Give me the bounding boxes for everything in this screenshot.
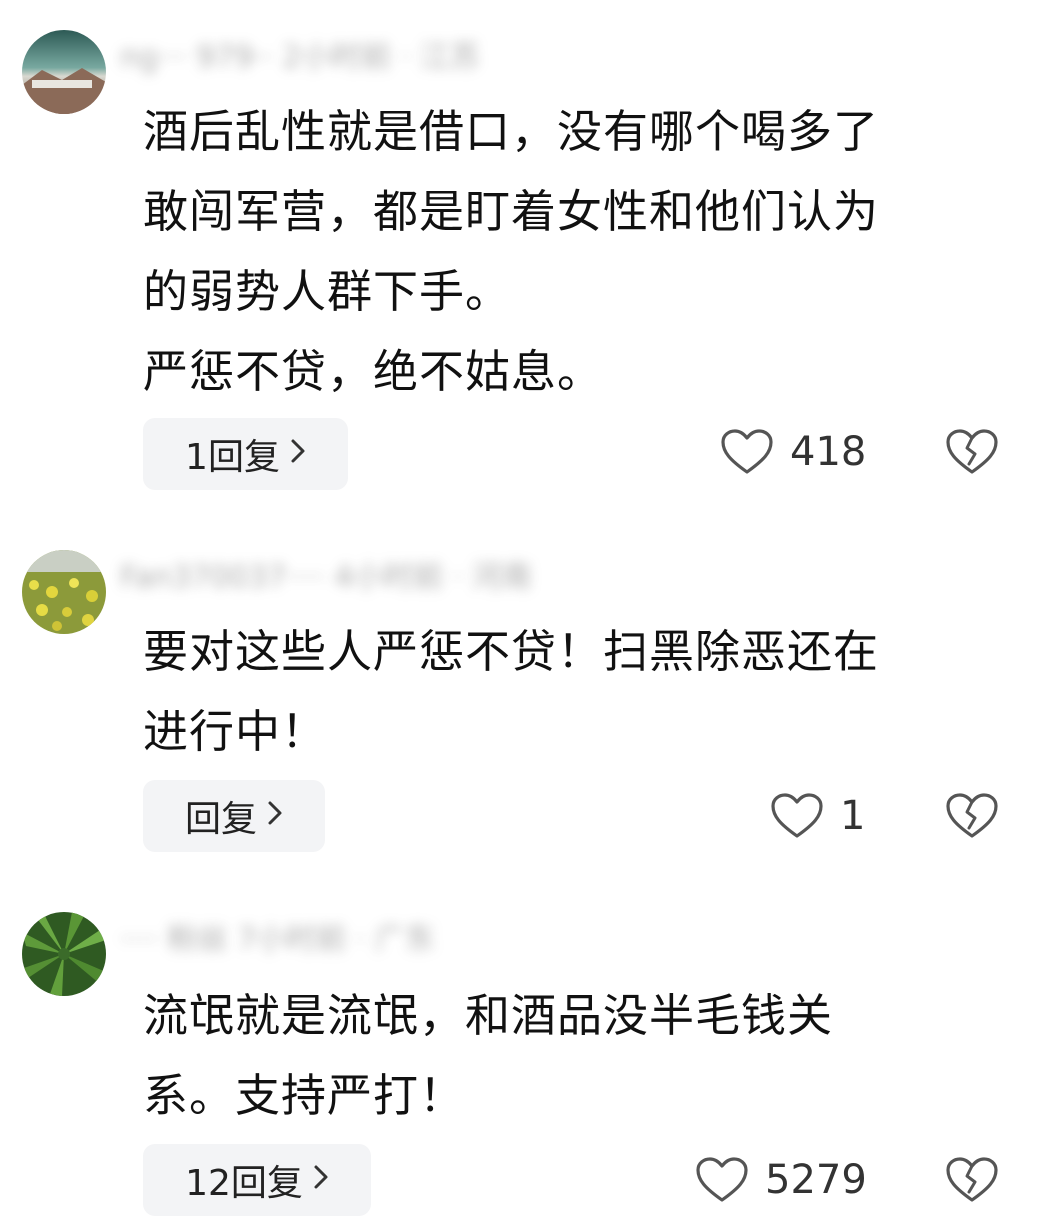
like-button[interactable]: 5279 bbox=[695, 1156, 867, 1204]
comment-line: 要对这些人严惩不贷！扫黑除恶还在 bbox=[143, 625, 880, 678]
comment-meta: ng··· 979·· 2小时前 · 江苏 bbox=[120, 40, 480, 75]
comment-body: 要对这些人严惩不贷！扫黑除恶还在 进行中！ bbox=[143, 612, 1023, 772]
heart-outline-icon bbox=[696, 1157, 748, 1202]
avatar[interactable] bbox=[22, 550, 106, 634]
like-count: 5279 bbox=[765, 1157, 867, 1203]
dislike-button[interactable] bbox=[945, 428, 999, 480]
dislike-button[interactable] bbox=[945, 1156, 999, 1208]
avatar-image bbox=[22, 912, 106, 996]
like-count: 1 bbox=[840, 793, 866, 839]
comment-line: 的弱势人群下手。 bbox=[143, 265, 512, 318]
comment-line: 流氓就是流氓，和酒品没半毛钱关 bbox=[143, 989, 834, 1042]
reply-button[interactable]: 回复 bbox=[143, 780, 325, 852]
heart-outline-icon bbox=[771, 793, 823, 838]
chevron-right-icon bbox=[313, 1163, 329, 1198]
comment-body: 流氓就是流氓，和酒品没半毛钱关 系。支持严打！ bbox=[143, 976, 1023, 1136]
chevron-right-icon bbox=[267, 799, 283, 834]
comment-line: 进行中！ bbox=[143, 705, 328, 758]
comment-line: 敢闯军营，都是盯着女性和他们认为 bbox=[143, 185, 880, 238]
avatar-image bbox=[22, 30, 106, 114]
heart-outline-icon bbox=[721, 429, 773, 474]
like-count: 418 bbox=[790, 429, 867, 475]
dislike-button[interactable] bbox=[945, 792, 999, 844]
avatar[interactable] bbox=[22, 30, 106, 114]
avatar[interactable] bbox=[22, 912, 106, 996]
broken-heart-icon bbox=[946, 1157, 998, 1202]
reply-label: 12回复 bbox=[185, 1163, 303, 1204]
reply-label: 回复 bbox=[184, 799, 257, 840]
reply-label: 1回复 bbox=[185, 437, 280, 478]
like-button[interactable]: 1 bbox=[770, 792, 865, 840]
comment-meta: ···· 粉丝 7小时前 · 广东 bbox=[120, 922, 435, 957]
comment-body: 酒后乱性就是借口，没有哪个喝多了 敢闯军营，都是盯着女性和他们认为 的弱势人群下… bbox=[143, 92, 1023, 412]
comment-meta: Fan370037···· 4小时前 · 河南 bbox=[120, 560, 532, 595]
avatar-image bbox=[22, 550, 106, 634]
chevron-right-icon bbox=[290, 437, 306, 472]
comment-line: 严惩不贷，绝不姑息。 bbox=[143, 345, 604, 398]
broken-heart-icon bbox=[946, 429, 998, 474]
broken-heart-icon bbox=[946, 793, 998, 838]
comment-line: 酒后乱性就是借口，没有哪个喝多了 bbox=[143, 105, 880, 158]
like-button[interactable]: 418 bbox=[720, 428, 866, 476]
comment-line: 系。支持严打！ bbox=[143, 1069, 466, 1122]
reply-button[interactable]: 12回复 bbox=[143, 1144, 371, 1216]
reply-button[interactable]: 1回复 bbox=[143, 418, 348, 490]
